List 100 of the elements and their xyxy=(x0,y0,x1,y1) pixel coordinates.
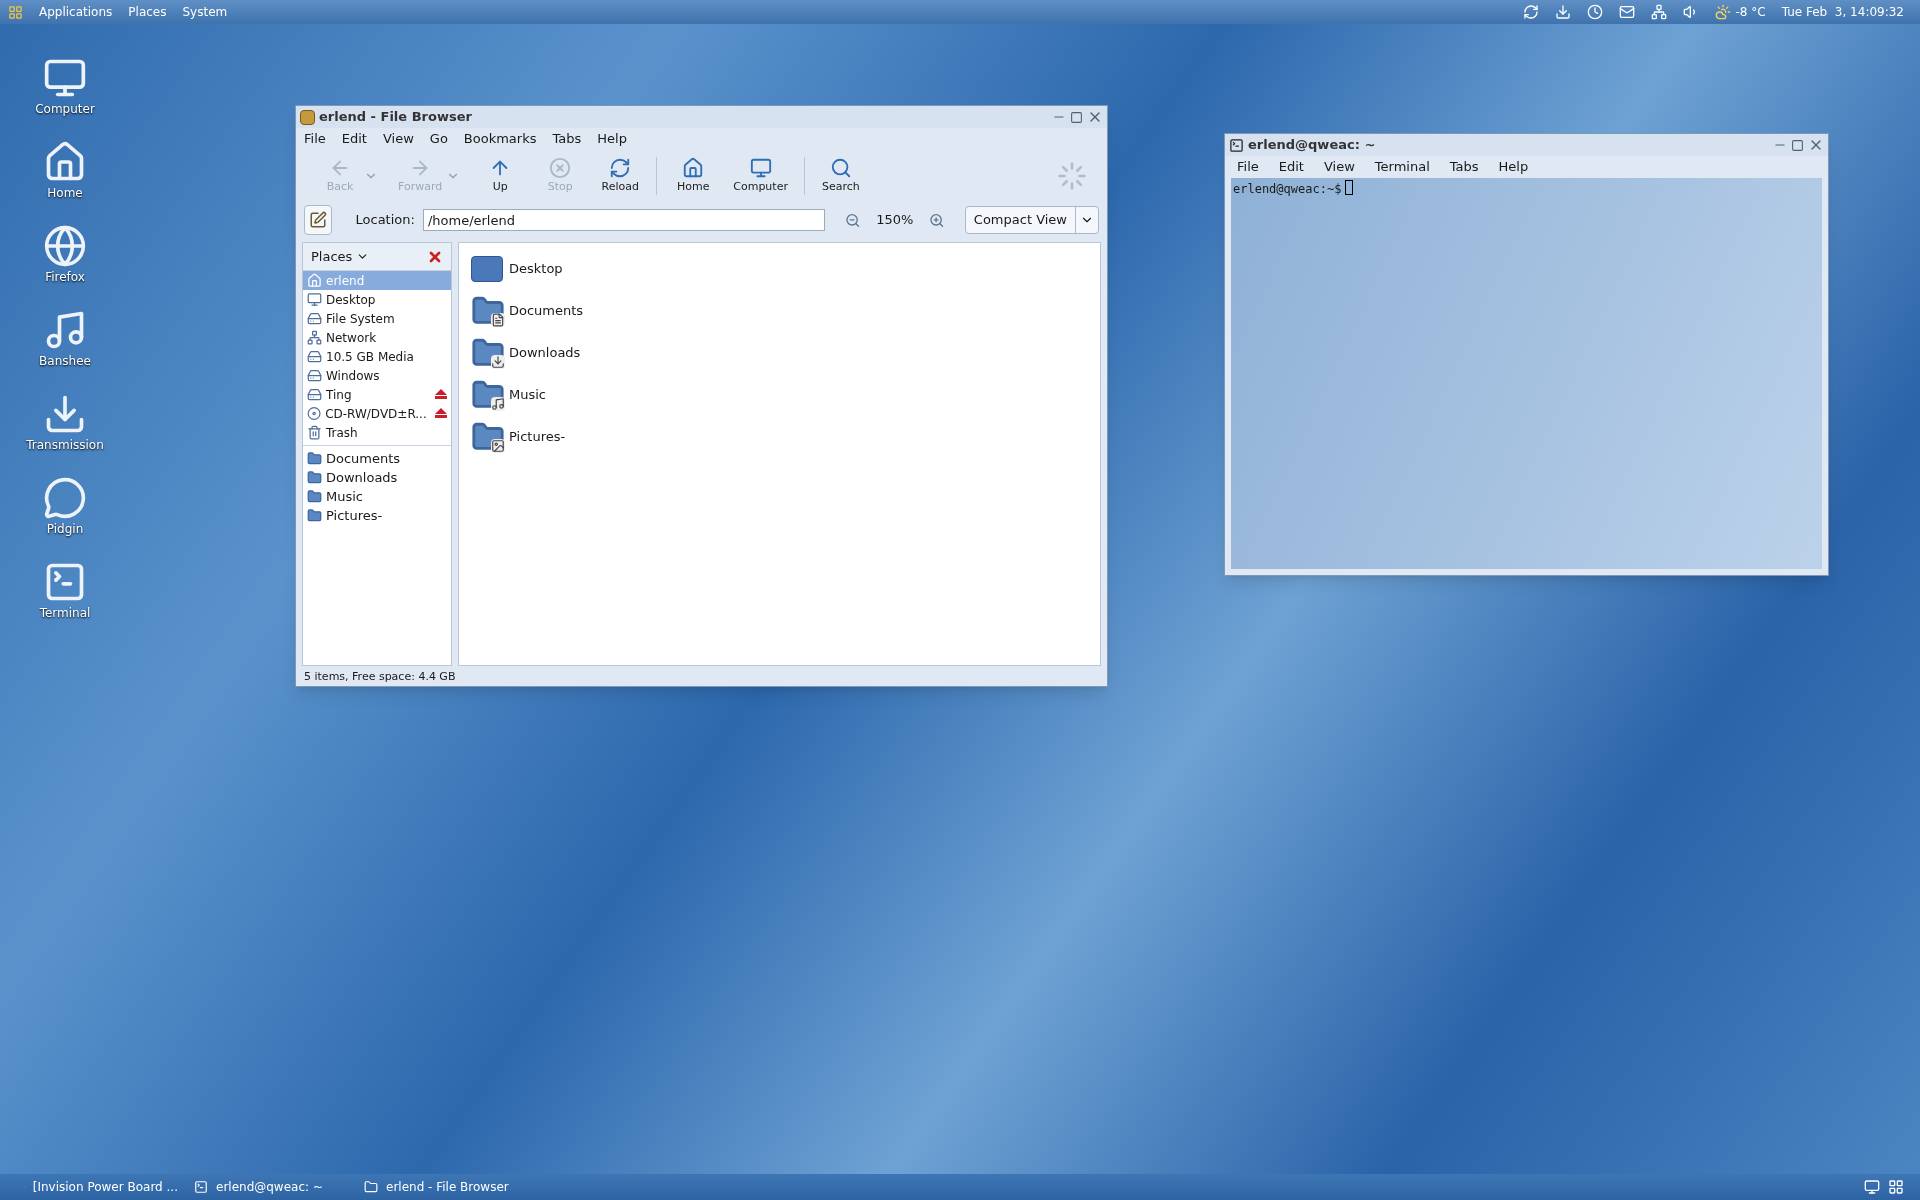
folder-icon xyxy=(471,295,505,327)
menu-item[interactable]: Edit xyxy=(1278,157,1304,177)
pencil-icon xyxy=(308,211,327,229)
tray-download-icon[interactable] xyxy=(1555,4,1572,20)
desktop-icon xyxy=(307,292,322,307)
desktop-icon[interactable]: Transmission xyxy=(26,392,104,454)
network-icon xyxy=(307,330,322,345)
drive-icon xyxy=(307,387,322,402)
maximize-icon[interactable] xyxy=(1791,138,1804,152)
terminal-icon xyxy=(1229,137,1244,153)
weather-indicator[interactable]: -8 °C xyxy=(1715,3,1766,21)
sidebar-item[interactable]: Music xyxy=(303,487,451,506)
folder-entry[interactable]: Downloads xyxy=(471,335,585,371)
apps-grid-icon[interactable] xyxy=(8,4,23,20)
sidebar-item[interactable]: Ting xyxy=(303,385,451,404)
menu-item[interactable]: Tabs xyxy=(1449,157,1479,177)
folder-icon xyxy=(307,470,322,485)
folder-icon xyxy=(364,1180,378,1194)
menu-item[interactable]: Help xyxy=(597,129,627,149)
desktop-icon xyxy=(471,253,505,285)
sidebar-item[interactable]: Documents xyxy=(303,449,451,468)
zoom-out-icon[interactable] xyxy=(844,211,861,229)
folder-icon xyxy=(307,508,322,523)
desktop-icon[interactable]: Banshee xyxy=(39,308,91,370)
spinner-icon xyxy=(1057,161,1087,191)
zoom-level: 150% xyxy=(876,211,914,230)
maximize-icon[interactable] xyxy=(1070,110,1083,124)
menu-item[interactable]: Bookmarks xyxy=(463,129,537,149)
menu-item[interactable]: Terminal xyxy=(1374,157,1430,177)
desktop-icon[interactable]: Firefox xyxy=(43,224,87,286)
clock[interactable]: Tue Feb 3, 14:09:32 xyxy=(1781,3,1904,21)
drive-icon xyxy=(307,311,322,326)
toolbar-button[interactable]: Computer xyxy=(725,156,796,196)
disc-icon xyxy=(307,406,322,421)
folder-entry[interactable]: Music xyxy=(471,377,550,413)
sidebar-item[interactable]: CD-RW/DVD±R... xyxy=(303,404,451,423)
sidebar-item[interactable]: 10.5 GB Media xyxy=(303,347,451,366)
home-folder-icon xyxy=(682,156,705,179)
reload-icon xyxy=(609,156,632,179)
desktop-icon[interactable]: Computer xyxy=(35,56,95,118)
shell-prompt: erlend@qweac:~$ xyxy=(1233,181,1342,198)
toolbar-button[interactable]: Up xyxy=(472,156,529,196)
sidebar-item[interactable]: Desktop xyxy=(303,290,451,309)
desktop-icon[interactable]: Home xyxy=(43,140,87,202)
location-label: Location: xyxy=(355,211,415,230)
menu-item[interactable]: Help xyxy=(1498,157,1529,177)
menu-item[interactable]: View xyxy=(382,129,414,149)
taskbar-button[interactable]: [Invision Power Board ... xyxy=(16,1176,186,1198)
menu-item[interactable]: View xyxy=(1323,157,1355,177)
window-title: erlend - File Browser xyxy=(319,108,472,127)
sidebar-item[interactable]: Downloads xyxy=(303,468,451,487)
folder-entry[interactable]: Documents xyxy=(471,293,588,329)
toolbar-button[interactable]: Reload xyxy=(592,156,649,196)
terminal-icon xyxy=(194,1180,208,1194)
eject-icon[interactable] xyxy=(434,408,447,419)
menu-item[interactable]: Edit xyxy=(341,129,367,149)
sidebar-item[interactable]: Trash xyxy=(303,423,451,442)
eject-icon[interactable] xyxy=(434,389,447,400)
sidebar-item[interactable]: Pictures- xyxy=(303,506,451,525)
panel-menu[interactable]: System xyxy=(182,3,228,21)
computer-icon xyxy=(749,156,772,179)
sidebar-item[interactable]: Network xyxy=(303,328,451,347)
folder-icon xyxy=(471,421,505,453)
desktop-icon[interactable]: Terminal xyxy=(39,560,91,622)
panel-menu[interactable]: Places xyxy=(128,3,167,21)
workspace-switcher-icon[interactable] xyxy=(1888,1179,1904,1195)
sidebar-item[interactable]: File System xyxy=(303,309,451,328)
desktop-icon[interactable]: Pidgin xyxy=(43,476,87,538)
status-text: 5 items, Free space: 4.4 GB xyxy=(304,668,456,685)
folder-icon xyxy=(307,489,322,504)
folder-icon xyxy=(471,337,505,369)
folder-entry[interactable]: Pictures- xyxy=(471,419,570,455)
show-desktop-icon[interactable] xyxy=(1864,1179,1880,1195)
edit-location-button[interactable] xyxy=(304,205,332,235)
stop-icon xyxy=(549,156,572,179)
location-field[interactable]: /home/erlend xyxy=(422,209,825,231)
tray-clock-icon[interactable] xyxy=(1587,4,1604,20)
view-selector[interactable]: Compact View xyxy=(964,206,1099,234)
mail-icon[interactable] xyxy=(1619,4,1636,20)
sidebar-item[interactable]: Windows xyxy=(303,366,451,385)
network-icon[interactable] xyxy=(1651,4,1668,20)
chat-bubble-icon xyxy=(43,476,87,520)
toolbar-button[interactable]: Search xyxy=(812,156,869,196)
search-icon xyxy=(829,156,852,179)
menu-item[interactable]: Go xyxy=(429,129,448,149)
menu-item[interactable]: Tabs xyxy=(552,129,582,149)
menu-item[interactable]: File xyxy=(304,129,326,149)
taskbar-button[interactable]: erlend - File Browser xyxy=(356,1176,526,1198)
drive-icon xyxy=(307,349,322,364)
home-icon xyxy=(307,273,322,288)
window-title: erlend@qweac: ~ xyxy=(1248,136,1376,155)
taskbar-button[interactable]: erlend@qweac: ~ xyxy=(186,1176,356,1198)
toolbar-button[interactable]: Home xyxy=(665,156,722,196)
folder-icon xyxy=(471,379,505,411)
drive-icon xyxy=(307,368,322,383)
zoom-in-icon[interactable] xyxy=(929,211,945,229)
panel-menu[interactable]: Applications xyxy=(39,3,113,21)
folder-entry[interactable]: Desktop xyxy=(471,251,567,287)
folder-icon xyxy=(307,451,322,466)
menu-item[interactable]: File xyxy=(1237,157,1259,177)
